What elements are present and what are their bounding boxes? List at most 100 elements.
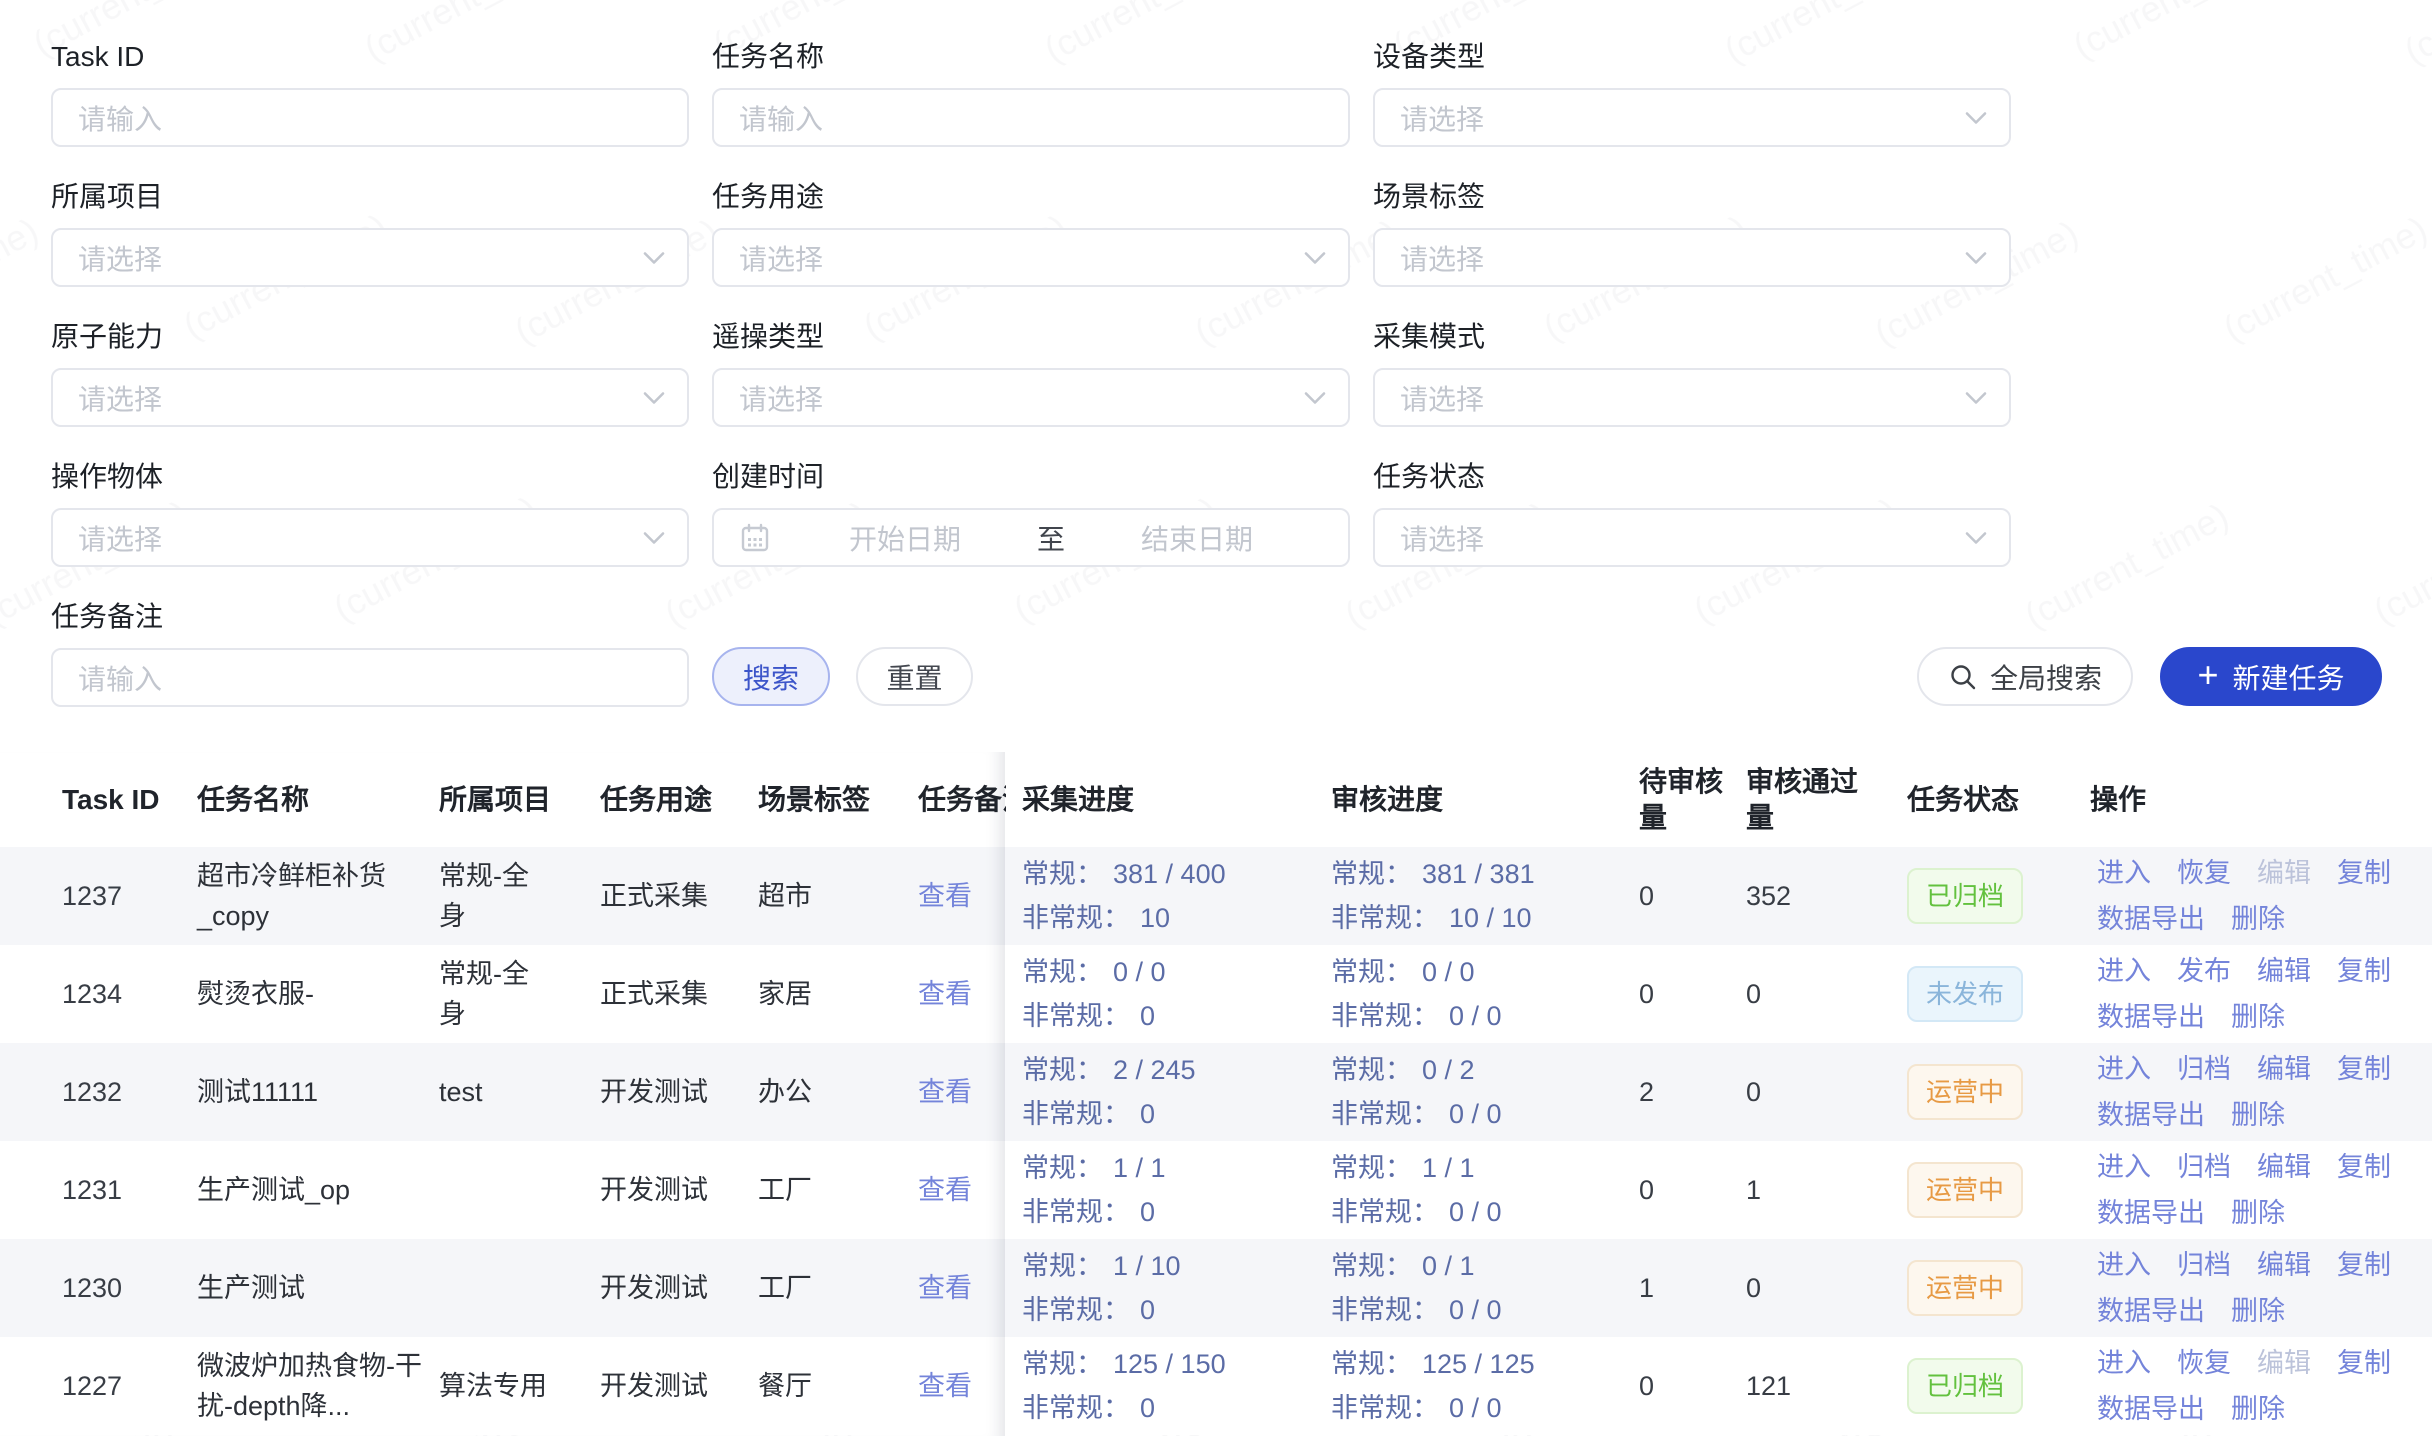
action-link[interactable]: 恢复 bbox=[2177, 1344, 2231, 1382]
action-link[interactable]: 恢复 bbox=[2177, 854, 2231, 892]
search-button[interactable]: 搜索 bbox=[712, 647, 830, 706]
view-remark-link[interactable]: 查看 bbox=[918, 1170, 972, 1210]
action-link[interactable]: 编辑 bbox=[2257, 1050, 2311, 1088]
status-badge: 未发布 bbox=[1907, 966, 2023, 1022]
action-link[interactable]: 进入 bbox=[2097, 1246, 2151, 1284]
chevron-down-icon bbox=[1965, 111, 1987, 124]
placeholder-text: 请选择 bbox=[78, 378, 162, 418]
cell-pending-count: 0 bbox=[1639, 945, 1723, 1043]
action-link[interactable]: 数据导出 bbox=[2097, 1390, 2205, 1428]
action-link[interactable]: 删除 bbox=[2231, 998, 2285, 1036]
action-link[interactable]: 复制 bbox=[2337, 854, 2391, 892]
action-link[interactable]: 进入 bbox=[2097, 952, 2151, 990]
filter-field-task-remark: 任务备注 请输入 bbox=[51, 602, 689, 707]
cell-review-progress: 常规： 0 / 0 非常规： 0 / 0 bbox=[1331, 945, 1626, 1043]
cell-status: 运营中 bbox=[1907, 1239, 2087, 1337]
placeholder-text: 请选择 bbox=[739, 378, 823, 418]
action-link[interactable]: 归档 bbox=[2177, 1148, 2231, 1186]
task-status-select[interactable]: 请选择 bbox=[1373, 508, 2011, 567]
cell-remark: 查看 bbox=[918, 1239, 1006, 1337]
project-select[interactable]: 请选择 bbox=[51, 228, 689, 287]
action-link[interactable]: 进入 bbox=[2097, 854, 2151, 892]
table-row: 1237 超市冷鲜柜补货_copy 常规-全身 正式采集 超市 查看 常规： 3… bbox=[0, 847, 2432, 945]
purpose-select[interactable]: 请选择 bbox=[712, 228, 1350, 287]
action-link[interactable]: 发布 bbox=[2177, 952, 2231, 990]
regular-label: 常规： bbox=[1331, 1244, 1412, 1288]
action-link[interactable]: 复制 bbox=[2337, 1344, 2391, 1382]
new-task-button[interactable]: + 新建任务 bbox=[2160, 647, 2382, 706]
action-link[interactable]: 删除 bbox=[2231, 1194, 2285, 1232]
cell-pending-count: 0 bbox=[1639, 1337, 1723, 1435]
create-time-range-picker[interactable]: 开始日期 至 结束日期 bbox=[712, 508, 1350, 567]
action-link[interactable]: 归档 bbox=[2177, 1050, 2231, 1088]
view-remark-link[interactable]: 查看 bbox=[918, 876, 972, 916]
col-header-approved: 审核通过量 bbox=[1746, 752, 1858, 847]
chevron-down-icon bbox=[1304, 251, 1326, 264]
regular-label: 常规： bbox=[1331, 1146, 1412, 1190]
field-label: 场景标签 bbox=[1373, 182, 2011, 212]
regular-value: 125 / 125 bbox=[1422, 1342, 1535, 1386]
view-remark-link[interactable]: 查看 bbox=[918, 1268, 972, 1308]
filter-field-task-name: 任务名称 请输入 bbox=[712, 42, 1350, 147]
end-date-placeholder[interactable]: 结束日期 bbox=[1071, 518, 1323, 558]
action-link[interactable]: 删除 bbox=[2231, 900, 2285, 938]
device-type-select[interactable]: 请选择 bbox=[1373, 88, 2011, 147]
global-search-button[interactable]: 全局搜索 bbox=[1917, 647, 2133, 706]
start-date-placeholder[interactable]: 开始日期 bbox=[779, 518, 1031, 558]
cell-task-id: 1237 bbox=[62, 847, 182, 945]
cell-collect-progress: 常规： 381 / 400 非常规： 10 bbox=[1022, 847, 1322, 945]
status-badge: 已归档 bbox=[1907, 868, 2023, 924]
action-link[interactable]: 归档 bbox=[2177, 1246, 2231, 1284]
chevron-down-icon bbox=[1965, 251, 1987, 264]
cell-scene: 餐厅 bbox=[758, 1337, 878, 1435]
cell-project: 常规-全身 bbox=[439, 945, 551, 1043]
cell-project: 常规-全身 bbox=[439, 847, 551, 945]
action-link[interactable]: 复制 bbox=[2337, 1148, 2391, 1186]
task-name-input[interactable]: 请输入 bbox=[712, 88, 1350, 147]
cell-project: test bbox=[439, 1043, 551, 1141]
cell-scene: 超市 bbox=[758, 847, 878, 945]
action-link[interactable]: 编辑 bbox=[2257, 1246, 2311, 1284]
view-remark-link[interactable]: 查看 bbox=[918, 974, 972, 1014]
cell-remark: 查看 bbox=[918, 847, 1006, 945]
object-select[interactable]: 请选择 bbox=[51, 508, 689, 567]
action-link[interactable]: 进入 bbox=[2097, 1050, 2151, 1088]
action-link[interactable]: 复制 bbox=[2337, 1246, 2391, 1284]
action-link[interactable]: 编辑 bbox=[2257, 1148, 2311, 1186]
cell-purpose: 开发测试 bbox=[600, 1141, 735, 1239]
scene-tag-select[interactable]: 请选择 bbox=[1373, 228, 2011, 287]
collect-mode-select[interactable]: 请选择 bbox=[1373, 368, 2011, 427]
action-link[interactable]: 数据导出 bbox=[2097, 1096, 2205, 1134]
action-link[interactable]: 编辑 bbox=[2257, 952, 2311, 990]
task-remark-input[interactable]: 请输入 bbox=[51, 648, 689, 707]
regular-label: 常规： bbox=[1331, 852, 1412, 896]
action-link[interactable]: 数据导出 bbox=[2097, 900, 2205, 938]
cell-collect-progress: 常规： 125 / 150 非常规： 0 bbox=[1022, 1337, 1322, 1435]
view-remark-link[interactable]: 查看 bbox=[918, 1366, 972, 1406]
placeholder-text: 请选择 bbox=[1400, 518, 1484, 558]
action-link[interactable]: 删除 bbox=[2231, 1292, 2285, 1330]
action-link[interactable]: 进入 bbox=[2097, 1148, 2151, 1186]
action-link[interactable]: 进入 bbox=[2097, 1344, 2151, 1382]
teleop-type-select[interactable]: 请选择 bbox=[712, 368, 1350, 427]
action-link[interactable]: 删除 bbox=[2231, 1390, 2285, 1428]
atomic-capability-select[interactable]: 请选择 bbox=[51, 368, 689, 427]
action-link[interactable]: 复制 bbox=[2337, 952, 2391, 990]
irregular-label: 非常规： bbox=[1331, 1288, 1439, 1332]
col-header-status: 任务状态 bbox=[1907, 752, 2087, 847]
task-id-input[interactable]: 请输入 bbox=[51, 88, 689, 147]
cell-status: 已归档 bbox=[1907, 847, 2087, 945]
cell-scene: 家居 bbox=[758, 945, 878, 1043]
action-link[interactable]: 删除 bbox=[2231, 1096, 2285, 1134]
table-header: Task ID 任务名称 所属项目 任务用途 场景标签 任务备注 采集进度 审核… bbox=[0, 752, 2432, 847]
cell-review-progress: 常规： 125 / 125 非常规： 0 / 0 bbox=[1331, 1337, 1626, 1435]
action-link[interactable]: 数据导出 bbox=[2097, 1292, 2205, 1330]
action-link[interactable]: 数据导出 bbox=[2097, 998, 2205, 1036]
regular-value: 0 / 2 bbox=[1422, 1048, 1475, 1092]
action-link[interactable]: 复制 bbox=[2337, 1050, 2391, 1088]
view-remark-link[interactable]: 查看 bbox=[918, 1072, 972, 1112]
reset-button[interactable]: 重置 bbox=[856, 647, 973, 706]
chevron-down-icon bbox=[1965, 531, 1987, 544]
action-link[interactable]: 数据导出 bbox=[2097, 1194, 2205, 1232]
col-header-pending: 待审核量 bbox=[1639, 752, 1723, 847]
